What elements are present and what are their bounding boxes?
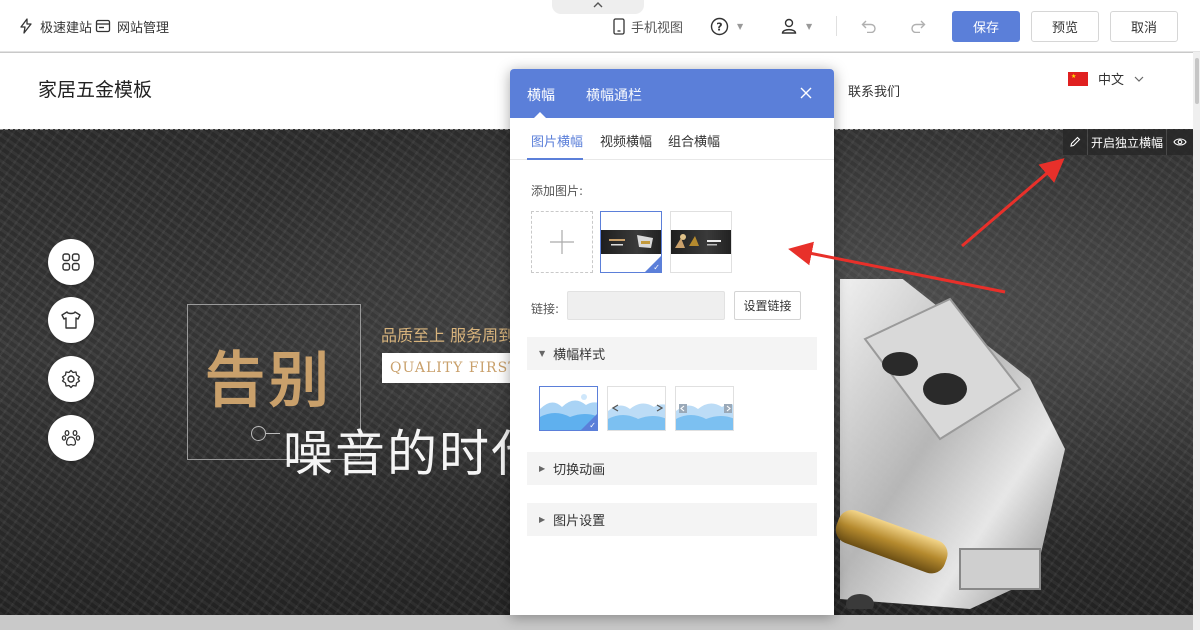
headline-noise-era: 噪音的时代: [283, 425, 543, 483]
independent-banner-button[interactable]: 开启独立横幅: [1087, 129, 1167, 155]
sidebar-theme-button[interactable]: [48, 297, 94, 343]
section-switch-animation[interactable]: ▶ 切换动画: [527, 452, 817, 485]
quick-build-menu[interactable]: 极速建站: [18, 0, 92, 52]
section-banner-style[interactable]: ▼ 横幅样式: [527, 337, 817, 370]
close-icon[interactable]: [798, 85, 814, 101]
pencil-icon: [1070, 136, 1081, 147]
save-button[interactable]: 保存: [952, 11, 1020, 42]
preview-button[interactable]: 预览: [1031, 11, 1099, 42]
mobile-view-label: 手机视图: [631, 20, 684, 36]
thumbnail-image: [671, 230, 731, 254]
dialog-header: 横幅 横幅通栏: [510, 69, 834, 118]
undo-icon: [861, 20, 876, 33]
check-icon: ✓: [589, 421, 596, 430]
chevron-up-icon: [593, 2, 603, 8]
svg-text:?: ?: [716, 20, 722, 33]
sidebar-baidu-button[interactable]: [48, 415, 94, 461]
add-image-label: 添加图片:: [531, 184, 584, 198]
banner-type-tabs: 图片横幅 视频横幅 组合横幅: [510, 118, 834, 160]
landscape-boxed-arrows-style-icon: [676, 387, 733, 430]
cancel-button[interactable]: 取消: [1110, 11, 1178, 42]
sidebar-settings-button[interactable]: [48, 356, 94, 402]
slogan-text: 品质至上 服务周到: [381, 326, 515, 345]
section-banner-style-label: 横幅样式: [553, 348, 606, 363]
add-image-button[interactable]: [531, 211, 593, 273]
tshirt-icon: [61, 311, 81, 329]
decor-line: [266, 433, 280, 434]
banner-style-option-3[interactable]: [675, 386, 734, 431]
page-scrollbar[interactable]: [1193, 52, 1200, 630]
toggle-visibility-button[interactable]: [1167, 129, 1193, 155]
plus-icon: [550, 230, 574, 254]
question-circle-icon: ?: [710, 17, 729, 35]
decor-circle: [251, 426, 266, 441]
section-switch-animation-label: 切换动画: [553, 463, 606, 478]
tab-underline: [527, 158, 583, 160]
caret-down-icon: ▼: [539, 349, 546, 358]
help-menu[interactable]: ? ▼: [710, 0, 743, 52]
site-manage-menu[interactable]: 网站管理: [95, 0, 169, 52]
section-image-settings-label: 图片设置: [553, 514, 606, 529]
link-label: 链接:: [531, 302, 560, 316]
tab-banner[interactable]: 横幅: [527, 85, 555, 105]
language-label: 中文: [1098, 73, 1125, 88]
banner-image-thumbnail-1[interactable]: ✓: [600, 211, 662, 273]
editor-toolbar: 极速建站 网站管理 手机视图 ? ▼ ▼ 保存 预览 取消: [0, 0, 1200, 52]
banner-style-option-2[interactable]: [607, 386, 666, 431]
grid-icon: [62, 253, 80, 271]
undo-button[interactable]: [861, 0, 877, 52]
caret-down-icon: ▼: [737, 21, 744, 31]
china-flag-icon: ★: [1068, 71, 1088, 86]
site-title: 家居五金模板: [38, 79, 153, 101]
eye-icon: [1173, 138, 1187, 146]
paw-icon: [61, 429, 81, 446]
link-field[interactable]: [567, 291, 725, 320]
mobile-phone-icon: [613, 17, 625, 35]
hinge-product-image: [835, 279, 1065, 609]
gear-icon: [61, 369, 81, 389]
quick-build-label: 极速建站: [40, 20, 93, 36]
tab-video-banner[interactable]: 视频横幅: [600, 131, 652, 150]
section-image-settings[interactable]: ▶ 图片设置: [527, 503, 817, 536]
edit-banner-button[interactable]: [1063, 129, 1087, 155]
nav-item-contact[interactable]: 联系我们: [848, 81, 900, 100]
landscape-arrows-style-icon: [608, 387, 665, 430]
caret-right-icon: ▶: [539, 515, 546, 524]
quality-first-label: QUALITY FIRST: [382, 353, 527, 383]
chevron-down-icon: [1134, 76, 1144, 82]
banner-style-option-1[interactable]: ✓: [539, 386, 598, 431]
tab-image-banner[interactable]: 图片横幅: [531, 131, 583, 150]
page-bottom-strip: [0, 615, 1193, 630]
site-manage-label: 网站管理: [117, 20, 170, 36]
tab-combo-banner[interactable]: 组合横幅: [668, 131, 720, 150]
toolbar-divider: [836, 16, 837, 36]
caret-right-icon: ▶: [539, 464, 546, 473]
tab-full-width-banner[interactable]: 横幅通栏: [586, 85, 642, 105]
scrollbar-thumb[interactable]: [1195, 58, 1199, 104]
lightning-icon: [20, 18, 32, 34]
set-link-button[interactable]: 设置链接: [734, 291, 801, 320]
language-switcher[interactable]: ★ 中文: [1068, 69, 1144, 88]
thumbnail-image: [601, 230, 661, 254]
redo-icon: [911, 20, 926, 33]
redo-button[interactable]: [910, 0, 926, 52]
account-menu[interactable]: ▼: [780, 0, 812, 52]
banner-edit-toolbar: 开启独立横幅: [1063, 129, 1193, 155]
browser-window-icon: [95, 19, 111, 33]
mobile-view-toggle[interactable]: 手机视图: [613, 0, 683, 52]
user-icon: [781, 18, 797, 34]
hinge-thumbnail-graphic: [609, 235, 653, 248]
sidebar-apps-button[interactable]: [48, 239, 94, 285]
banner-image-thumbnail-2[interactable]: [670, 211, 732, 273]
banner-settings-dialog: 横幅 横幅通栏 图片横幅 视频横幅 组合横幅 添加图片: ✓ 链接: 设置链接 …: [510, 69, 834, 615]
headline-farewell: 告别: [205, 346, 333, 416]
caret-down-icon: ▼: [806, 21, 813, 31]
handles-thumbnail-graphic: [675, 234, 721, 248]
check-icon: ✓: [653, 263, 660, 272]
